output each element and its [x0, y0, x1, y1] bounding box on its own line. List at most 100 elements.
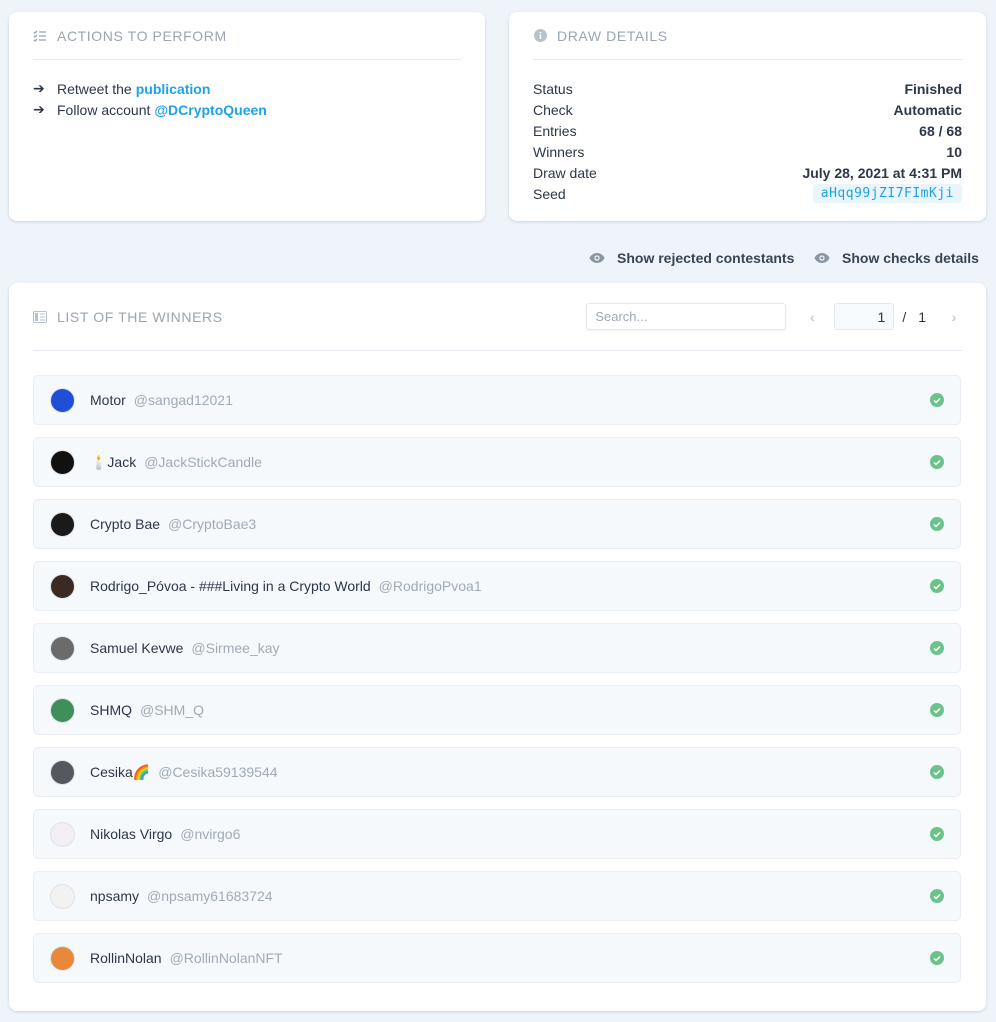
list-check-icon	[33, 29, 47, 43]
detail-row-check: Check Automatic	[533, 99, 962, 120]
search-input[interactable]	[586, 303, 787, 330]
winner-name[interactable]: Motor	[90, 392, 126, 408]
winner-list: Motor @sangad12021 🕯️Jack @JackStickCandle C…	[33, 375, 961, 995]
avatar	[50, 821, 75, 847]
winner-row[interactable]: Crypto Bae @CryptoBae3	[33, 499, 961, 549]
winner-name[interactable]: Rodrigo_Póvoa - ###Living in a Crypto Wo…	[90, 578, 371, 594]
details-list: Status Finished Check Automatic Entries …	[533, 78, 962, 204]
show-checks-details-toggle[interactable]: Show checks details	[814, 250, 979, 266]
arrow-right-icon: ➔	[33, 101, 45, 117]
list-icon	[33, 310, 47, 324]
check-icon	[930, 517, 944, 531]
detail-row-winners: Winners 10	[533, 141, 962, 162]
winner-handle[interactable]: @Sirmee_kay	[191, 640, 279, 656]
detail-value: July 28, 2021 at 4:31 PM	[802, 164, 962, 181]
detail-row-seed: Seed aHqq99jZI7FImKji	[533, 183, 962, 204]
eye-icon	[589, 253, 605, 263]
chevron-left-icon[interactable]: ‹	[804, 309, 820, 325]
avatar	[50, 945, 75, 971]
winners-title: LIST OF THE WINNERS	[57, 308, 223, 325]
check-icon	[930, 579, 944, 593]
details-title: DRAW DETAILS	[557, 27, 668, 44]
action-list: ➔ Retweet the publication ➔ Follow accou…	[33, 78, 461, 120]
detail-label: Seed	[533, 185, 566, 202]
avatar	[50, 697, 75, 723]
check-icon	[930, 951, 944, 965]
show-rejected-contestants-toggle[interactable]: Show rejected contestants	[589, 250, 794, 266]
winner-handle[interactable]: @npsamy61683724	[147, 888, 273, 904]
detail-label: Check	[533, 101, 573, 118]
detail-label: Winners	[533, 143, 585, 160]
winner-row[interactable]: RollinNolan @RollinNolanNFT	[33, 933, 961, 983]
check-icon	[930, 393, 944, 407]
winner-row[interactable]: 🕯️Jack @JackStickCandle	[33, 437, 961, 487]
avatar	[50, 511, 75, 537]
detail-row-status: Status Finished	[533, 78, 962, 99]
avatar	[50, 759, 75, 785]
draw-details-card: DRAW DETAILS Status Finished Check Autom…	[509, 12, 986, 221]
chevron-right-icon[interactable]: ›	[946, 309, 962, 325]
winner-handle[interactable]: @RollinNolanNFT	[170, 950, 283, 966]
winners-header: LIST OF THE WINNERS ‹ / 1 ›	[33, 283, 962, 351]
arrow-right-icon: ➔	[33, 80, 45, 96]
winner-row[interactable]: Samuel Kevwe @Sirmee_kay	[33, 623, 961, 673]
winner-row[interactable]: Nikolas Virgo @nvirgo6	[33, 809, 961, 859]
account-link[interactable]: @DCryptoQueen	[154, 102, 266, 118]
winner-handle[interactable]: @nvirgo6	[180, 826, 240, 842]
toggle-label: Show checks details	[842, 250, 979, 266]
action-item-follow: ➔ Follow account @DCryptoQueen	[33, 99, 461, 120]
details-header: DRAW DETAILS	[533, 12, 962, 60]
winner-name[interactable]: Crypto Bae	[90, 516, 160, 532]
detail-value: Finished	[904, 80, 962, 97]
check-icon	[930, 889, 944, 903]
avatar	[50, 387, 75, 413]
action-item-retweet: ➔ Retweet the publication	[33, 78, 461, 99]
winner-handle[interactable]: @SHM_Q	[140, 702, 204, 718]
detail-value: Automatic	[893, 101, 962, 118]
winner-name[interactable]: SHMQ	[90, 702, 132, 718]
winner-row[interactable]: Cesika🌈 @Cesika59139544	[33, 747, 961, 797]
actions-card: ACTIONS TO PERFORM ➔ Retweet the publica…	[9, 12, 485, 221]
page-input[interactable]	[834, 303, 895, 330]
detail-label: Draw date	[533, 164, 597, 181]
winner-name[interactable]: RollinNolan	[90, 950, 162, 966]
winner-name[interactable]: 🕯️Jack	[90, 454, 136, 471]
check-icon	[930, 765, 944, 779]
actions-header: ACTIONS TO PERFORM	[33, 12, 461, 60]
winner-name[interactable]: Samuel Kevwe	[90, 640, 183, 656]
winners-card: LIST OF THE WINNERS ‹ / 1 › Motor @sangad…	[9, 283, 986, 1011]
winner-row[interactable]: Motor @sangad12021	[33, 375, 961, 425]
page-separator: /	[902, 308, 907, 325]
winner-name[interactable]: Cesika🌈	[90, 764, 150, 781]
publication-link[interactable]: publication	[136, 81, 211, 97]
avatar	[50, 573, 75, 599]
avatar	[50, 883, 75, 909]
winner-row[interactable]: SHMQ @SHM_Q	[33, 685, 961, 735]
avatar	[50, 635, 75, 661]
detail-row-entries: Entries 68 / 68	[533, 120, 962, 141]
winner-row[interactable]: Rodrigo_Póvoa - ###Living in a Crypto Wo…	[33, 561, 961, 611]
detail-label: Entries	[533, 122, 577, 139]
winner-row[interactable]: npsamy @npsamy61683724	[33, 871, 961, 921]
check-icon	[930, 827, 944, 841]
action-text: Follow account	[57, 101, 151, 118]
check-icon	[930, 455, 944, 469]
page-total: 1	[918, 308, 926, 325]
action-text: Retweet the	[57, 80, 132, 97]
winner-handle[interactable]: @Cesika59139544	[158, 764, 277, 780]
detail-row-draw-date: Draw date July 28, 2021 at 4:31 PM	[533, 162, 962, 183]
check-icon	[930, 703, 944, 717]
detail-label: Status	[533, 80, 573, 97]
winner-handle[interactable]: @RodrigoPvoa1	[379, 578, 482, 594]
seed-value: aHqq99jZI7FImKji	[812, 184, 962, 203]
eye-icon	[814, 253, 830, 263]
winner-handle[interactable]: @JackStickCandle	[144, 454, 262, 470]
winner-handle[interactable]: @sangad12021	[134, 392, 233, 408]
detail-value: 68 / 68	[919, 122, 962, 139]
avatar	[50, 449, 75, 475]
info-icon	[533, 29, 547, 43]
winner-handle[interactable]: @CryptoBae3	[168, 516, 256, 532]
actions-title: ACTIONS TO PERFORM	[57, 27, 227, 44]
winner-name[interactable]: npsamy	[90, 888, 139, 904]
winner-name[interactable]: Nikolas Virgo	[90, 826, 172, 842]
